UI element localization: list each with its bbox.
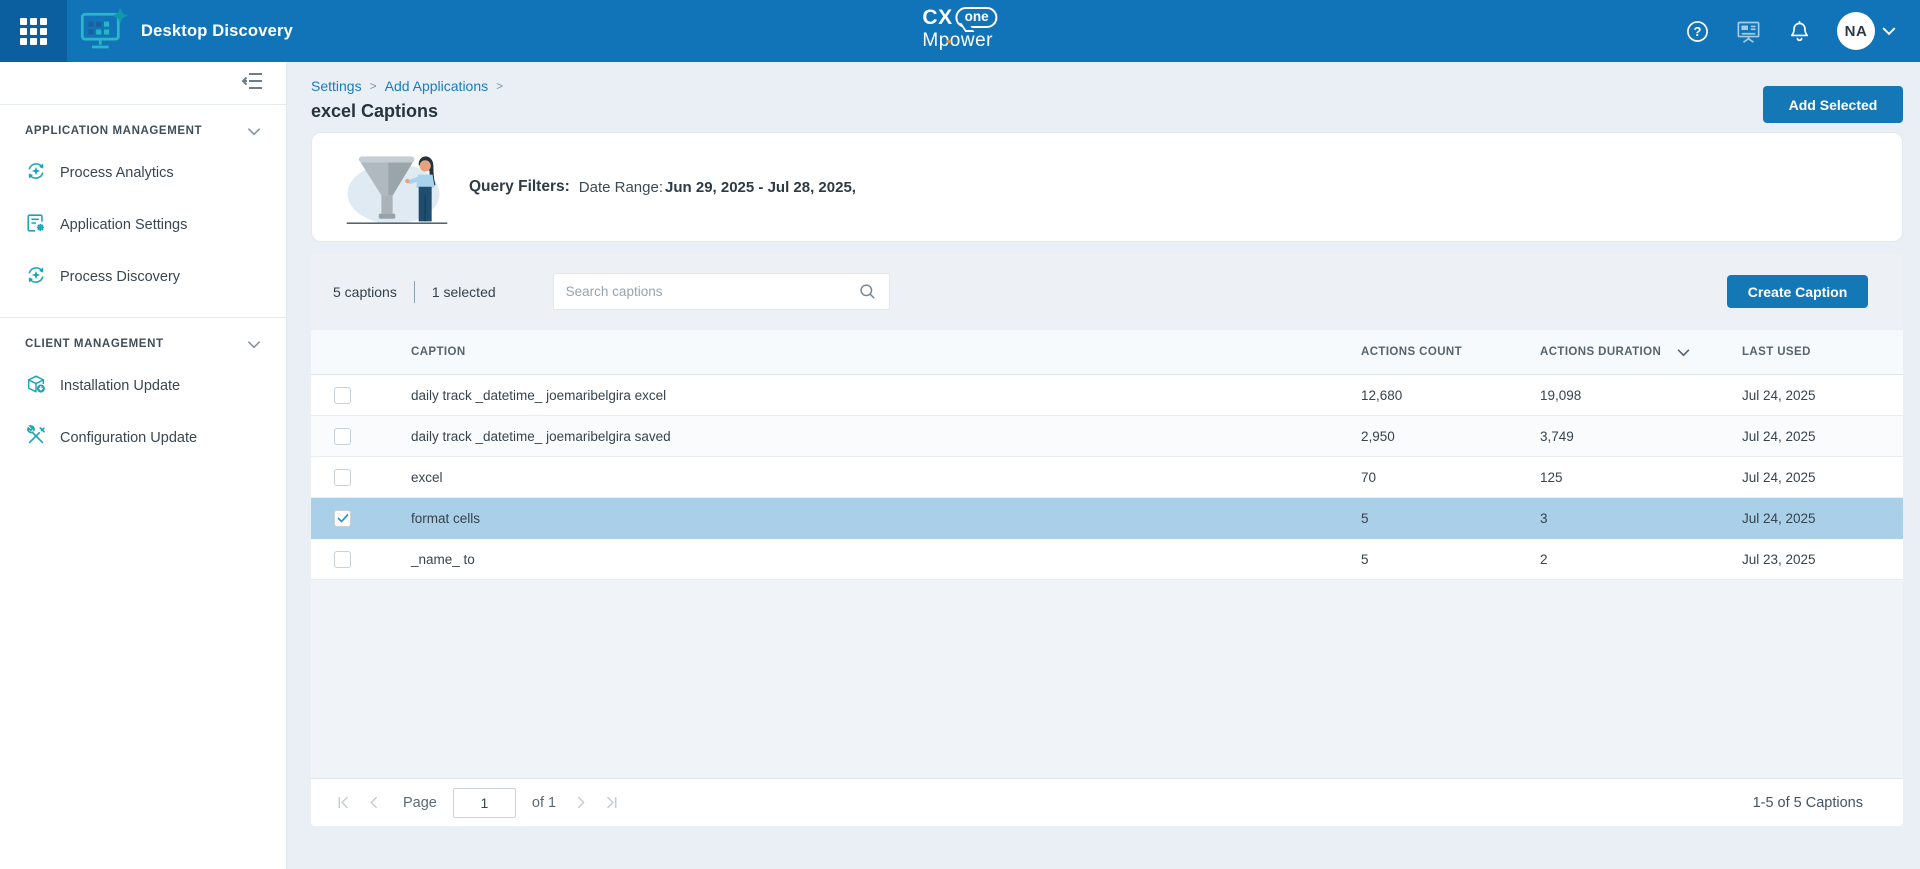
table-row[interactable]: _name_ to 5 2 Jul 23, 2025 <box>311 539 1903 580</box>
sidebar-item-installation-update[interactable]: Installation Update <box>0 360 286 412</box>
help-icon[interactable]: ? <box>1685 19 1710 44</box>
user-menu-chevron-down-icon <box>1882 26 1896 36</box>
caption-cell: format cells <box>411 511 1361 526</box>
row-checkbox[interactable] <box>334 510 351 527</box>
brand: Desktop Discovery <box>80 7 293 56</box>
page-number-input[interactable] <box>453 788 516 818</box>
process-analytics-icon <box>25 160 47 186</box>
page-title: excel Captions <box>311 101 503 122</box>
sidebar: APPLICATION MANAGEMENT Process Analytics… <box>0 62 287 869</box>
breadcrumb-separator: > <box>496 78 503 94</box>
caption-cell: daily track _datetime_ joemaribelgira ex… <box>411 388 1361 403</box>
funnel-illustration <box>345 141 449 234</box>
actions-count-cell: 5 <box>1361 552 1540 567</box>
table-row[interactable]: daily track _datetime_ joemaribelgira sa… <box>311 416 1903 457</box>
cxone-mpower-logo: CX one Mpower <box>922 7 997 50</box>
process-discovery-icon <box>25 264 47 290</box>
toolbar-divider <box>414 281 415 303</box>
table-empty-space <box>311 580 1903 778</box>
search-icon[interactable] <box>858 282 877 301</box>
section-chevron-down-icon <box>247 127 261 136</box>
table-header-row: CAPTION ACTIONS COUNT ACTIONS DURATION L… <box>311 330 1903 375</box>
user-menu[interactable]: NA <box>1837 12 1896 50</box>
date-range-value: Jun 29, 2025 - Jul 28, 2025, <box>665 179 856 196</box>
actions-duration-cell: 125 <box>1540 470 1742 485</box>
last-used-cell: Jul 24, 2025 <box>1742 511 1879 526</box>
sidebar-item-configuration-update[interactable]: Configuration Update <box>0 412 286 464</box>
sidebar-item-process-discovery[interactable]: Process Discovery <box>0 251 286 303</box>
column-header-caption[interactable]: CAPTION <box>411 346 1361 358</box>
column-header-actions-duration[interactable]: ACTIONS DURATION <box>1540 346 1742 358</box>
svg-text:?: ? <box>1694 23 1702 38</box>
actions-duration-cell: 2 <box>1540 552 1742 567</box>
app-launcher-button[interactable] <box>0 0 67 62</box>
last-used-cell: Jul 24, 2025 <box>1742 388 1879 403</box>
pagination-bar: Page of 1 1-5 of 5 Captions <box>311 778 1903 826</box>
caption-cell: excel <box>411 470 1361 485</box>
actions-count-cell: 12,680 <box>1361 388 1540 403</box>
captions-toolbar: 5 captions 1 selected Create Caption <box>311 253 1903 330</box>
selected-count: 1 selected <box>432 284 496 300</box>
actions-count-cell: 5 <box>1361 511 1540 526</box>
top-bar: Desktop Discovery CX one Mpower ? NA <box>0 0 1920 62</box>
table-row[interactable]: format cells 5 3 Jul 24, 2025 <box>311 498 1903 539</box>
sort-chevron-down-icon <box>1677 348 1690 357</box>
section-client-management[interactable]: CLIENT MANAGEMENT <box>0 318 286 360</box>
row-checkbox[interactable] <box>334 387 351 404</box>
sidebar-item-process-analytics[interactable]: Process Analytics <box>0 147 286 199</box>
breadcrumb-separator: > <box>370 78 377 94</box>
search-input[interactable] <box>566 284 858 299</box>
actions-count-cell: 2,950 <box>1361 429 1540 444</box>
last-used-cell: Jul 24, 2025 <box>1742 470 1879 485</box>
results-range-label: 1-5 of 5 Captions <box>1753 795 1863 811</box>
app-launcher-grid-icon <box>20 18 47 45</box>
date-range-label: Date Range: <box>579 179 663 196</box>
next-page-icon[interactable] <box>572 794 589 811</box>
caption-cell: daily track _datetime_ joemaribelgira sa… <box>411 429 1361 444</box>
last-page-icon[interactable] <box>603 794 620 811</box>
last-used-cell: Jul 23, 2025 <box>1742 552 1879 567</box>
breadcrumb: Settings > Add Applications > <box>311 78 503 94</box>
section-chevron-down-icon <box>247 340 261 349</box>
desktop-discovery-logo-icon <box>80 7 128 56</box>
add-selected-button[interactable]: Add Selected <box>1763 86 1903 123</box>
query-filters-label: Query Filters: <box>469 178 570 196</box>
captions-panel: 5 captions 1 selected Create Caption CAP… <box>311 253 1903 826</box>
actions-duration-cell: 3,749 <box>1540 429 1742 444</box>
breadcrumb-settings[interactable]: Settings <box>311 78 362 94</box>
column-header-last-used[interactable]: LAST USED <box>1742 346 1879 358</box>
breadcrumb-add-applications[interactable]: Add Applications <box>385 78 489 94</box>
first-page-icon[interactable] <box>335 794 352 811</box>
table-row[interactable]: daily track _datetime_ joemaribelgira ex… <box>311 375 1903 416</box>
robot-face-accent <box>946 40 951 43</box>
create-caption-button[interactable]: Create Caption <box>1727 275 1868 308</box>
app-title: Desktop Discovery <box>141 22 293 41</box>
previous-page-icon[interactable] <box>366 794 383 811</box>
actions-count-cell: 70 <box>1361 470 1540 485</box>
installation-update-icon <box>25 373 47 399</box>
last-used-cell: Jul 24, 2025 <box>1742 429 1879 444</box>
query-filters-card: Query Filters: Date Range: Jun 29, 2025 … <box>311 132 1903 242</box>
actions-duration-cell: 19,098 <box>1540 388 1742 403</box>
caption-cell: _name_ to <box>411 552 1361 567</box>
configuration-update-icon <box>25 425 47 451</box>
page-of-label: of 1 <box>532 795 556 811</box>
application-settings-icon <box>25 212 47 238</box>
column-header-actions-count[interactable]: ACTIONS COUNT <box>1361 346 1540 358</box>
section-application-management[interactable]: APPLICATION MANAGEMENT <box>0 105 286 147</box>
captions-count: 5 captions <box>333 284 397 300</box>
collapse-sidebar-icon[interactable] <box>240 70 264 97</box>
actions-duration-cell: 3 <box>1540 511 1742 526</box>
sidebar-item-application-settings[interactable]: Application Settings <box>0 199 286 251</box>
search-box[interactable] <box>553 273 890 310</box>
notifications-bell-icon[interactable] <box>1787 19 1812 44</box>
avatar[interactable]: NA <box>1837 12 1875 50</box>
row-checkbox[interactable] <box>334 551 351 568</box>
table-row[interactable]: excel 70 125 Jul 24, 2025 <box>311 457 1903 498</box>
presentation-icon[interactable] <box>1735 18 1762 45</box>
row-checkbox[interactable] <box>334 469 351 486</box>
row-checkbox[interactable] <box>334 428 351 445</box>
page-label: Page <box>403 795 437 811</box>
main-content: Settings > Add Applications > excel Capt… <box>287 62 1920 869</box>
